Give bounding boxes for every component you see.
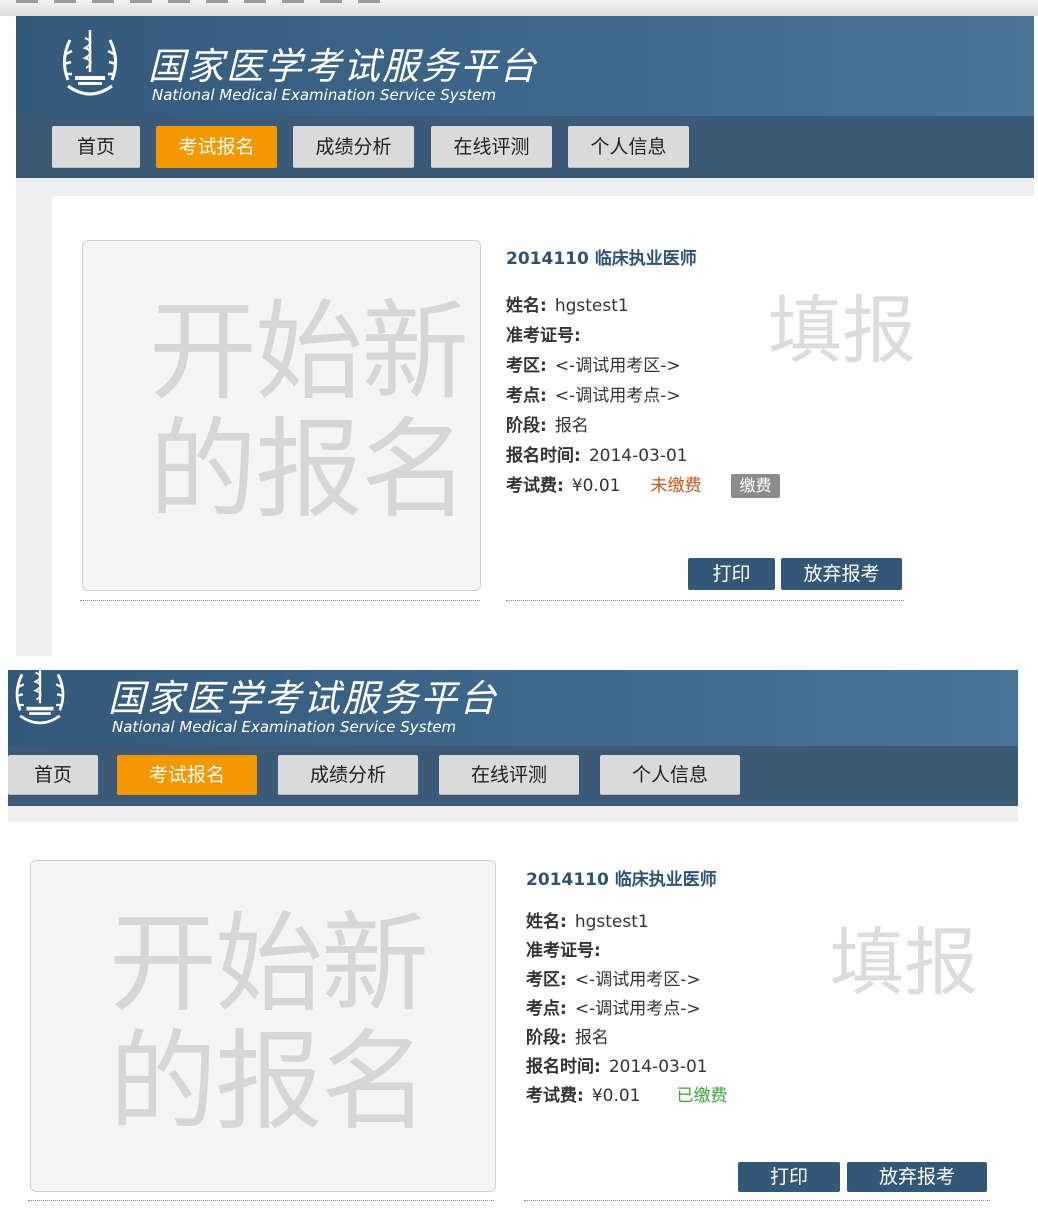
status-unpaid: 未缴费 <box>650 476 702 496</box>
medical-logo-icon <box>58 24 122 104</box>
name-value: hgstest1 <box>554 296 629 316</box>
row-site: 考点: <-调试用考点-> <box>506 386 681 406</box>
row-site: 考点: <-调试用考点-> <box>526 999 701 1019</box>
screenshot-paid: 国家医学考试服务平台 National Medical Examination … <box>0 660 1038 1232</box>
browser-top-strip <box>0 0 1038 17</box>
print-button[interactable]: 打印 <box>738 1162 840 1192</box>
row-ticket: 准考证号: <box>526 941 601 961</box>
nav-score-analysis[interactable]: 成绩分析 <box>278 755 418 795</box>
exam-title: 2014110 临床执业医师 <box>506 249 697 269</box>
nav-score-analysis[interactable]: 成绩分析 <box>293 126 414 168</box>
platform-subtitle: National Medical Examination Service Sys… <box>152 86 497 104</box>
nav-home[interactable]: 首页 <box>52 126 140 168</box>
row-signup-time: 报名时间: 2014-03-01 <box>506 446 688 466</box>
row-stage: 阶段: 报名 <box>506 416 589 436</box>
new-signup-line2: 的报名 <box>109 1020 429 1145</box>
abandon-button[interactable]: 放弃报考 <box>847 1162 987 1192</box>
content-bg <box>8 806 1018 822</box>
new-signup-line1: 开始新 <box>149 290 469 415</box>
name-value: hgstest1 <box>574 912 649 932</box>
pay-button[interactable]: 缴费 <box>731 474 780 498</box>
new-signup-line2: 的报名 <box>149 408 469 533</box>
row-region: 考区: <-调试用考区-> <box>526 970 701 990</box>
new-signup-line1: 开始新 <box>109 902 429 1027</box>
nav-personal-info[interactable]: 个人信息 <box>600 755 740 795</box>
new-signup-tile[interactable]: 开始新 的报名 <box>82 240 481 591</box>
main-nav: 首页 考试报名 成绩分析 在线评测 个人信息 <box>8 746 1018 806</box>
exam-title: 2014110 临床执业医师 <box>526 870 717 890</box>
actions-divider <box>524 1200 990 1201</box>
row-stage: 阶段: 报名 <box>526 1028 609 1048</box>
site-header: 国家医学考试服务平台 National Medical Examination … <box>16 16 1034 116</box>
nav-exam-signup[interactable]: 考试报名 <box>156 126 277 168</box>
row-name: 姓名: hgstest1 <box>526 912 649 932</box>
cropped-toolbar-text <box>16 0 396 3</box>
print-button[interactable]: 打印 <box>688 558 775 590</box>
row-fee: 考试费: ¥0.01 未缴费 缴费 <box>506 471 780 501</box>
row-signup-time: 报名时间: 2014-03-01 <box>526 1057 708 1077</box>
actions-divider <box>506 600 904 601</box>
nav-online-test[interactable]: 在线评测 <box>431 126 552 168</box>
platform-subtitle: National Medical Examination Service Sys… <box>112 718 457 736</box>
screenshot-unpaid: 国家医学考试服务平台 National Medical Examination … <box>0 16 1038 656</box>
main-nav: 首页 考试报名 成绩分析 在线评测 个人信息 <box>16 116 1034 178</box>
nav-exam-signup[interactable]: 考试报名 <box>117 755 257 795</box>
fill-stamp: 填报 <box>768 288 916 374</box>
exam-info: 姓名: hgstest1 准考证号: 考区: <-调试用考区-> 考点: <-调试用考… <box>506 291 780 501</box>
tile-divider <box>80 600 480 601</box>
status-paid: 已缴费 <box>676 1086 728 1106</box>
row-ticket: 准考证号: <box>506 326 581 346</box>
platform-title: 国家医学考试服务平台 <box>148 45 538 88</box>
nav-home[interactable]: 首页 <box>8 755 98 795</box>
platform-title: 国家医学考试服务平台 <box>108 677 498 720</box>
row-fee: 考试费: ¥0.01 已缴费 <box>526 1086 728 1106</box>
tile-divider <box>28 1200 494 1201</box>
medical-logo-icon <box>8 660 72 732</box>
nav-online-test[interactable]: 在线评测 <box>439 755 579 795</box>
row-region: 考区: <-调试用考区-> <box>506 356 681 376</box>
new-signup-tile[interactable]: 开始新 的报名 <box>30 860 496 1192</box>
abandon-button[interactable]: 放弃报考 <box>781 558 902 590</box>
site-header: 国家医学考试服务平台 National Medical Examination … <box>8 665 1018 746</box>
nav-personal-info[interactable]: 个人信息 <box>568 126 689 168</box>
fill-stamp: 填报 <box>830 920 978 1006</box>
exam-info: 姓名: hgstest1 准考证号: 考区: <-调试用考区-> 考点: <-调试用考… <box>526 908 727 1111</box>
row-name: 姓名: hgstest1 <box>506 296 629 316</box>
